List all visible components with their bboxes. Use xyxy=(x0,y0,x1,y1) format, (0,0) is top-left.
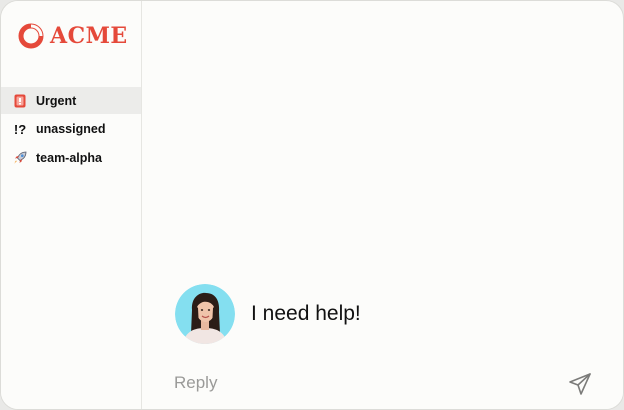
conversation-pane: I need help! xyxy=(142,1,623,409)
sidebar-nav: Urgent !? unassigned team-alpha xyxy=(1,87,141,173)
send-button[interactable] xyxy=(566,370,594,398)
sidebar-item-urgent[interactable]: Urgent xyxy=(1,87,141,114)
message-text: I need help! xyxy=(251,302,361,325)
acme-logo-icon xyxy=(18,23,44,49)
brand-name: ACME xyxy=(50,23,128,49)
reply-bar xyxy=(142,357,623,409)
app-window: ACME Urgent !? unassigned team-alpha I n… xyxy=(0,0,624,410)
brand-logo: ACME xyxy=(18,23,128,49)
sidebar-item-label: Urgent xyxy=(36,93,77,108)
sidebar: ACME Urgent !? unassigned team-alpha xyxy=(1,1,142,409)
send-icon xyxy=(569,373,591,395)
exclamation-question-icon: !? xyxy=(13,121,27,137)
reply-input[interactable] xyxy=(172,368,556,398)
avatar xyxy=(175,284,235,344)
sidebar-item-label: unassigned xyxy=(36,122,106,136)
rocket-icon xyxy=(12,150,28,166)
chat-message: I need help! xyxy=(175,284,361,344)
sidebar-item-team-alpha[interactable]: team-alpha xyxy=(1,144,141,171)
urgent-badge-icon xyxy=(12,93,28,109)
sidebar-item-label: team-alpha xyxy=(36,150,102,165)
sidebar-item-unassigned[interactable]: !? unassigned xyxy=(1,116,141,143)
